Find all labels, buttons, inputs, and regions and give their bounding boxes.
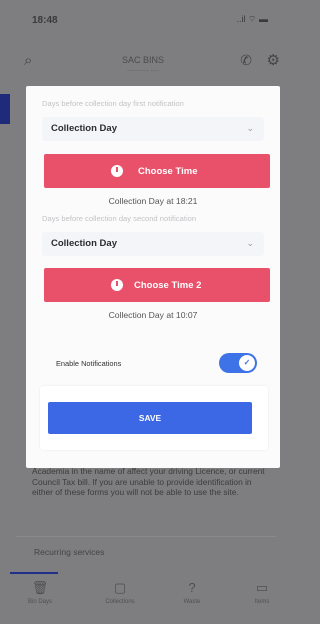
- enable-notifications-toggle[interactable]: ✓: [219, 353, 257, 373]
- first-notification-hint: Days before collection day first notific…: [42, 99, 184, 108]
- question-icon: ?: [188, 580, 196, 595]
- tab-bin-days[interactable]: 🗑 Bin Days: [10, 580, 70, 605]
- divider: [16, 536, 276, 537]
- choose-time-button[interactable]: Choose Time: [44, 154, 270, 188]
- choose-time-2-button[interactable]: Choose Time 2: [44, 268, 270, 302]
- second-notification-value: Collection Day: [51, 238, 117, 249]
- tab-waste[interactable]: ? Waste: [162, 580, 222, 605]
- first-notification-select[interactable]: Collection Day ⌄: [42, 117, 264, 141]
- chevron-down-icon: ⌄: [246, 238, 254, 248]
- clock-icon: [111, 279, 123, 291]
- clock-icon: [111, 165, 123, 177]
- status-bar: 18:48 ..il ⌔ ▬: [0, 0, 286, 38]
- second-notification-hint: Days before collection day second notifi…: [42, 214, 197, 223]
- phone-icon[interactable]: ✆: [240, 52, 252, 69]
- background-accent-strip: [0, 94, 10, 124]
- active-tab-indicator: [10, 572, 58, 574]
- bin-icon: 🗑: [31, 580, 49, 595]
- app-bar: ⌕ SAC BINS ............. ..... ✆ ⚙: [0, 40, 286, 80]
- second-notification-schedule: Collection Day at 10:07: [108, 310, 198, 320]
- status-time: 18:48: [32, 15, 58, 26]
- checkmark-icon: ✓: [239, 355, 255, 371]
- tab-collections[interactable]: ▢ Collections: [90, 580, 150, 605]
- chat-icon: ▭: [255, 580, 269, 595]
- first-notification-value: Collection Day: [51, 123, 117, 134]
- enable-notifications-label: Enable Notifications: [56, 359, 122, 368]
- chevron-down-icon: ⌄: [246, 123, 254, 133]
- notification-settings-modal: Days before collection day first notific…: [26, 86, 280, 468]
- section-label: Recurring services: [34, 547, 105, 557]
- second-notification-select[interactable]: Collection Day ⌄: [42, 232, 264, 256]
- save-button[interactable]: SAVE: [48, 402, 252, 434]
- gear-icon[interactable]: ⚙: [267, 51, 280, 69]
- calendar-icon: ▢: [113, 580, 127, 595]
- first-notification-schedule: Collection Day at 18:21: [108, 196, 198, 206]
- tab-items[interactable]: ▭ Items: [232, 580, 292, 605]
- background-info-text: Academia in the name of affect your driv…: [32, 466, 265, 497]
- system-status-icons: ..il ⌔ ▬: [236, 14, 268, 24]
